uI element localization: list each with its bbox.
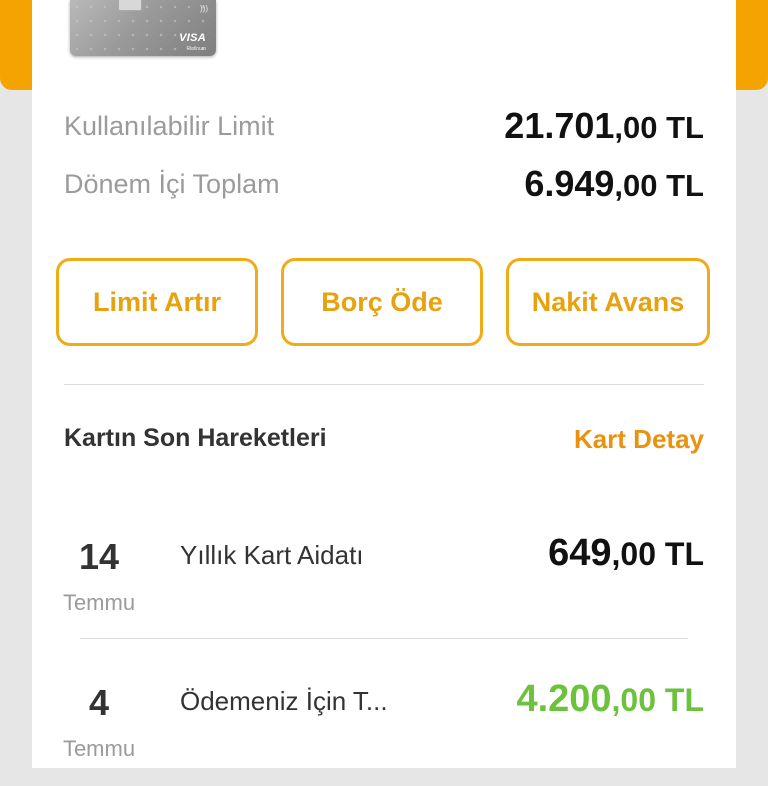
pay-debt-button[interactable]: Borç Öde xyxy=(281,258,483,346)
available-limit-label: Kullanılabilir Limit xyxy=(64,110,275,141)
transaction-row[interactable]: 14 Temmu Yıllık Kart Aidatı 649,00 TL xyxy=(32,520,736,640)
transaction-day: 4 xyxy=(88,682,110,723)
limit-increase-button[interactable]: Limit Artır xyxy=(56,258,258,346)
available-limit-row: Kullanılabilir Limit 21.701,00 TL xyxy=(64,104,704,148)
visa-logo: VISA xyxy=(179,32,206,44)
available-limit-integer: 21.701 xyxy=(504,105,615,146)
contactless-icon: ))) xyxy=(200,4,208,13)
card-chip xyxy=(118,0,142,11)
card-panel: ))) VISA Platinum Kullanılabilir Limit 2… xyxy=(32,0,736,768)
transaction-day: 14 xyxy=(78,536,120,577)
available-limit-amount: 21.701,00 TL xyxy=(504,105,704,147)
card-detail-link[interactable]: Kart Detay xyxy=(574,424,704,455)
recent-transactions-title: Kartın Son Hareketleri xyxy=(64,424,327,452)
section-divider xyxy=(64,384,704,385)
transaction-amount-decimal: ,00 TL xyxy=(611,536,704,572)
transaction-month: Temmu xyxy=(62,590,136,615)
transaction-divider xyxy=(80,638,688,639)
available-limit-decimal: ,00 TL xyxy=(614,110,704,145)
period-total-integer: 6.949 xyxy=(524,163,615,204)
card-tier: Platinum xyxy=(186,46,206,52)
transaction-amount-integer: 4.200 xyxy=(516,678,612,720)
transaction-row[interactable]: 4 Temmu Ödemeniz İçin T... 4.200,00 TL xyxy=(32,666,736,786)
cash-advance-button[interactable]: Nakit Avans xyxy=(506,258,710,346)
transaction-amount: 4.200,00 TL xyxy=(516,678,704,721)
left-margin xyxy=(0,90,32,768)
credit-card-image[interactable]: ))) VISA Platinum xyxy=(70,0,216,56)
period-total-row: Dönem İçi Toplam 6.949,00 TL xyxy=(64,162,704,206)
transaction-month: Temmu xyxy=(62,736,136,761)
period-total-label: Dönem İçi Toplam xyxy=(64,168,280,199)
transaction-amount-decimal: ,00 TL xyxy=(611,682,704,718)
transaction-description: Yıllık Kart Aidatı xyxy=(180,540,364,570)
transaction-description: Ödemeniz İçin T... xyxy=(180,686,388,716)
transaction-amount-integer: 649 xyxy=(548,532,612,574)
period-total-amount: 6.949,00 TL xyxy=(524,163,704,205)
transaction-amount: 649,00 TL xyxy=(548,532,704,575)
period-total-decimal: ,00 TL xyxy=(614,168,704,203)
right-margin xyxy=(736,90,768,768)
